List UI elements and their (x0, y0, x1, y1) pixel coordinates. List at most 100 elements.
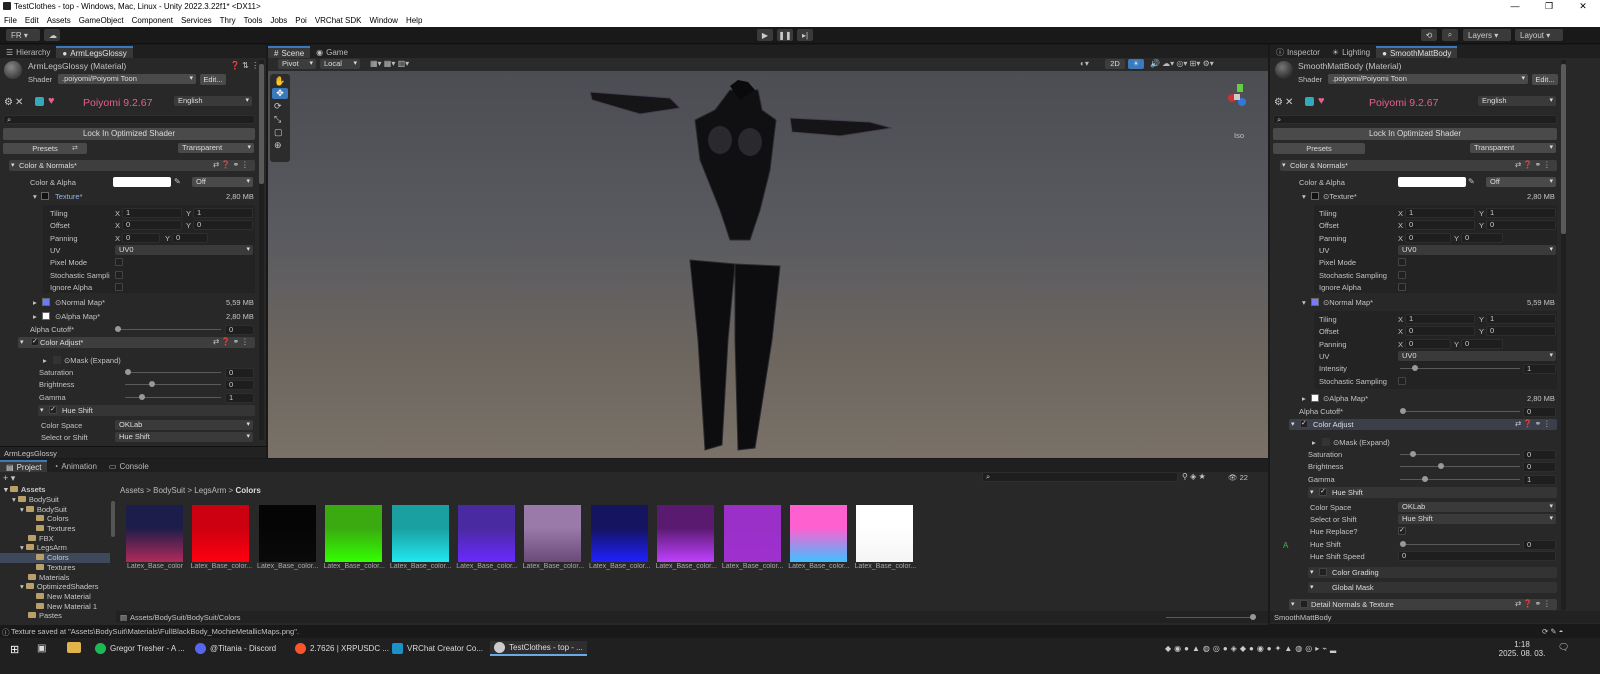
menu-jobs[interactable]: Jobs (266, 16, 291, 25)
gizmo-center[interactable] (1234, 94, 1240, 100)
r-mask-swatch[interactable] (1322, 438, 1330, 446)
tree-new-material-1[interactable]: New Material 1 (36, 602, 97, 611)
render-mode-dropdown[interactable]: Transparent (178, 143, 254, 153)
r-intensity-field[interactable]: 1 (1523, 364, 1556, 374)
status-icons[interactable]: ⟳ ✎ ◓ (1542, 627, 1563, 636)
r-panning-x-field[interactable]: 0 (1405, 233, 1451, 243)
r-alpha-cutoff-knob[interactable] (1400, 408, 1406, 414)
lock-optimized-button[interactable]: Lock In Optimized Shader (3, 128, 255, 140)
r-brightness-knob[interactable] (1438, 463, 1444, 469)
color-adjust-header-icons[interactable]: ⇄ ❓ ⚭ ⋮ (213, 337, 249, 346)
left-scrollbar-thumb[interactable] (259, 64, 264, 184)
pixel-mode-checkbox[interactable] (115, 258, 123, 266)
tab-project[interactable]: ▤ Project (0, 460, 48, 472)
r-saturation-slider[interactable] (1400, 451, 1520, 457)
r-intensity-slider[interactable] (1400, 365, 1520, 371)
r-hue-replace-checkbox[interactable] (1398, 526, 1406, 535)
r-n-stochastic-checkbox[interactable] (1398, 377, 1406, 385)
r-render-mode-dropdown[interactable]: Transparent (1470, 143, 1556, 153)
tree-bodysuit-textures[interactable]: Textures (36, 524, 75, 533)
r-color-swatch[interactable] (1398, 177, 1466, 187)
thry-icon[interactable] (35, 97, 44, 106)
character-model[interactable] (580, 80, 910, 455)
scale-tool-icon[interactable]: ⤡ (274, 114, 281, 125)
tree-new-material[interactable]: New Material (36, 592, 91, 601)
r-hue-shift-knob[interactable] (1400, 541, 1406, 547)
menu-services[interactable]: Services (177, 16, 216, 25)
r-offset-x-field[interactable]: 0 (1405, 220, 1475, 230)
account-button[interactable]: FR ▾ (6, 29, 40, 41)
task-spotify[interactable]: Gregor Tresher - A ... (95, 641, 185, 656)
r-alpha-cutoff-field[interactable]: 0 (1523, 407, 1556, 417)
offset-y-field[interactable]: 0 (193, 220, 253, 230)
saturation-slider[interactable] (125, 369, 221, 375)
menu-help[interactable]: Help (402, 16, 426, 25)
stochastic-checkbox[interactable] (115, 271, 123, 279)
shading-mode-icon[interactable]: ◐▾ (1080, 59, 1102, 69)
menu-gameobject[interactable]: GameObject (75, 16, 128, 25)
search-icon[interactable]: ⌕ (1442, 29, 1458, 41)
r-mask-foldout-arrow[interactable]: ▸ (1312, 438, 1316, 447)
local-dropdown[interactable]: Local (320, 59, 360, 69)
r-brightness-field[interactable]: 0 (1523, 462, 1556, 472)
2d-toggle[interactable]: 2D (1105, 59, 1125, 69)
close-button[interactable]: ✕ (1566, 0, 1600, 13)
r-n-offset-y-field[interactable]: 0 (1486, 326, 1556, 336)
r-alpha-foldout-arrow[interactable]: ▸ (1302, 394, 1306, 403)
crumb-colors[interactable]: Colors (235, 486, 260, 495)
r-n-tiling-x-field[interactable]: 1 (1405, 314, 1475, 324)
r-gamma-knob[interactable] (1422, 476, 1428, 482)
start-icon[interactable]: ⊞ (10, 643, 19, 656)
texture-thumbnail[interactable] (458, 505, 515, 562)
r-brightness-slider[interactable] (1400, 463, 1520, 469)
alpha-map-swatch[interactable] (42, 312, 50, 320)
pivot-dropdown[interactable]: Pivot (278, 59, 316, 69)
rotate-tool-icon[interactable]: ⟳ (274, 101, 282, 112)
left-scrollbar[interactable] (259, 60, 264, 440)
tab-console[interactable]: ▭ Console (103, 460, 155, 472)
r-tiling-x-field[interactable]: 1 (1405, 208, 1475, 218)
thumbnail-size-slider[interactable] (1166, 614, 1256, 620)
texture-thumbnail[interactable] (723, 505, 781, 562)
r-property-search-input[interactable]: ⌕ (1273, 115, 1557, 124)
edit-shader-button[interactable]: Edit... (200, 74, 226, 85)
tree-fbx[interactable]: FBX (28, 534, 54, 543)
body-suit[interactable] (694, 89, 777, 241)
saturation-knob[interactable] (125, 369, 131, 375)
play-icon[interactable]: ▶ (757, 29, 773, 41)
texture-thumbnail[interactable] (192, 505, 250, 562)
scene-gizmo[interactable] (1210, 84, 1260, 124)
r-section-hue-shift[interactable]: Hue Shift (1308, 487, 1557, 498)
r-ignore-alpha-checkbox[interactable] (1398, 283, 1406, 291)
brightness-knob[interactable] (149, 381, 155, 387)
alpha-cutoff-field[interactable]: 0 (225, 325, 254, 335)
r-hue-shift-speed-field[interactable]: 0 (1398, 551, 1556, 561)
tiling-y-field[interactable]: 1 (193, 208, 253, 218)
cloud-icon[interactable]: ☁ (44, 29, 60, 41)
offset-x-field[interactable]: 0 (122, 220, 182, 230)
r-poiyomi-icons[interactable]: ⚙✕ (1274, 97, 1295, 108)
left-leg[interactable] (689, 259, 736, 451)
history-icon[interactable]: ⟲ (1421, 29, 1437, 41)
r-texture-swatch[interactable] (1311, 192, 1319, 200)
tab-inspector[interactable]: ⓘ Inspector (1270, 46, 1326, 58)
crumb-legsarm[interactable]: LegsArm (194, 486, 226, 495)
system-tray-icons[interactable]: ◆◉●▲◍◎●◈◆●◉●✦▲◍◎▸⌁▂ (1165, 644, 1339, 653)
r-n-tiling-y-field[interactable]: 1 (1486, 314, 1556, 324)
tab-smoothmattbody[interactable]: ● SmoothMattBody (1376, 46, 1458, 58)
thry-icon[interactable] (1305, 97, 1314, 106)
tree-legsarm-textures[interactable]: Textures (36, 563, 75, 572)
texture-thumbnail[interactable] (657, 505, 715, 562)
crumb-bodysuit[interactable]: BodySuit (153, 486, 185, 495)
panning-x-field[interactable]: 0 (122, 233, 160, 243)
r-saturation-field[interactable]: 0 (1523, 450, 1556, 460)
r-n-panning-x-field[interactable]: 0 (1405, 339, 1451, 349)
iso-label[interactable]: Iso (1234, 131, 1244, 140)
color-adjust-checkbox[interactable] (31, 337, 39, 346)
menu-vrchat-sdk[interactable]: VRChat SDK (311, 16, 366, 25)
tree-legsarm-colors[interactable]: Colors (36, 553, 69, 562)
r-hue-shift-slider[interactable] (1400, 541, 1520, 547)
texture-thumbnail[interactable] (258, 505, 316, 562)
material-header-icons[interactable]: ❓ ⇅ ⋮ (230, 61, 259, 70)
r-pixel-mode-checkbox[interactable] (1398, 258, 1406, 266)
